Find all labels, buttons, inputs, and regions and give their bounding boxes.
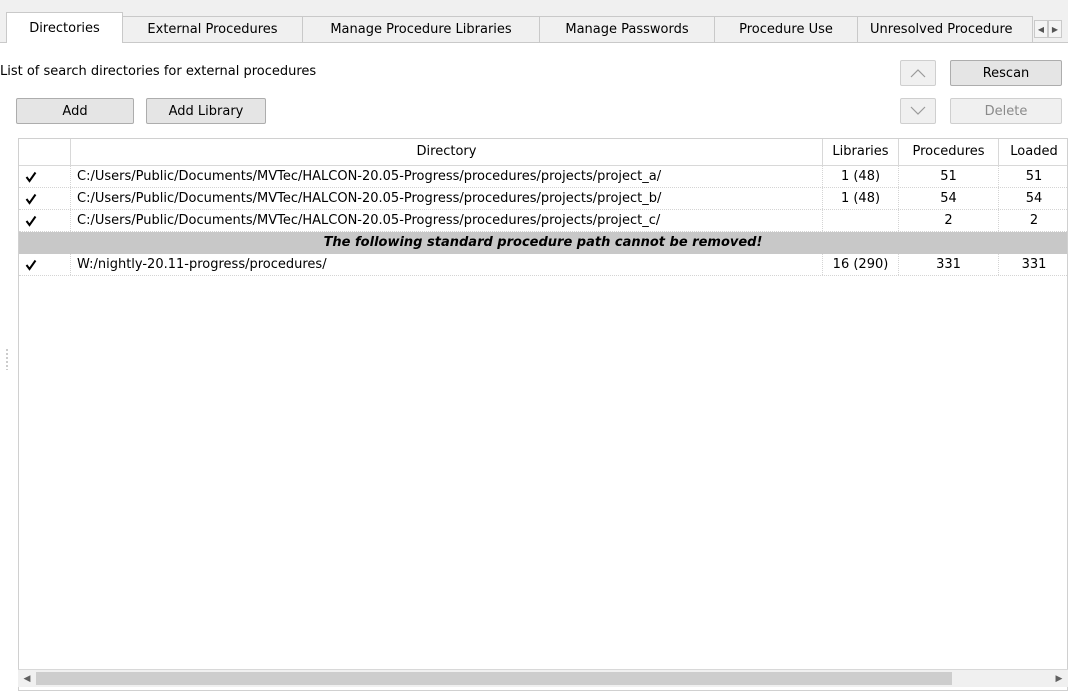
tab-label: Unresolved Procedure: [870, 22, 1013, 37]
cell-libraries: 1 (48): [823, 166, 899, 187]
row-checkbox[interactable]: [19, 166, 71, 187]
cell-procedures: 331: [899, 254, 999, 275]
chevron-down-icon: [910, 106, 926, 115]
tab-label: Procedure Use: [739, 22, 833, 37]
directories-table: Directory Libraries Procedures Loaded C:…: [18, 138, 1068, 691]
move-down-button[interactable]: [900, 98, 936, 124]
cell-loaded: 54: [1025, 191, 1043, 206]
cell-directory: C:/Users/Public/Documents/MVTec/HALCON-2…: [71, 166, 823, 187]
tab-manage-passwords[interactable]: Manage Passwords: [539, 16, 715, 42]
tab-label: Manage Passwords: [565, 22, 689, 37]
scroll-right-button[interactable]: ▶: [1050, 670, 1068, 687]
column-header-libraries[interactable]: Libraries: [823, 139, 899, 165]
cell-procedures: 2: [899, 210, 999, 231]
tab-label: External Procedures: [147, 22, 278, 37]
tab-procedure-use[interactable]: Procedure Use: [714, 16, 858, 42]
cell-directory: C:/Users/Public/Documents/MVTec/HALCON-2…: [71, 188, 823, 209]
triangle-left-icon: ◀: [23, 673, 31, 684]
tab-bar: Directories External Procedures Manage P…: [6, 12, 1062, 43]
table-header: Directory Libraries Procedures Loaded: [19, 139, 1067, 166]
column-header-procedures[interactable]: Procedures: [899, 139, 999, 165]
button-label: Rescan: [982, 65, 1030, 81]
tab-label: Directories: [29, 20, 100, 36]
tab-scroll-right-button[interactable]: ▶: [1048, 20, 1062, 38]
checkmark-icon: [25, 215, 37, 227]
column-header-directory[interactable]: Directory: [71, 139, 823, 165]
column-header-loaded[interactable]: Loaded: [999, 139, 1067, 165]
splitter-grip[interactable]: [6, 348, 8, 370]
table-row[interactable]: C:/Users/Public/Documents/MVTec/HALCON-2…: [19, 166, 1067, 188]
cell-libraries: 1 (48): [823, 188, 899, 209]
row-checkbox[interactable]: [19, 188, 71, 209]
add-library-button[interactable]: Add Library: [146, 98, 266, 124]
cell-directory: W:/nightly-20.11-progress/procedures/: [71, 254, 823, 275]
cell-loaded: 2: [1029, 213, 1039, 228]
tab-directories[interactable]: Directories: [6, 12, 123, 43]
checkmark-icon: [25, 259, 37, 271]
button-label: Delete: [984, 103, 1028, 119]
checkmark-icon: [25, 193, 37, 205]
button-label: Add Library: [168, 103, 244, 119]
triangle-left-icon: ◀: [1037, 24, 1045, 34]
rescan-button[interactable]: Rescan: [950, 60, 1062, 86]
row-checkbox[interactable]: [19, 210, 71, 231]
horizontal-scrollbar[interactable]: ◀ ▶: [18, 669, 1068, 687]
row-checkbox[interactable]: [19, 254, 71, 275]
triangle-right-icon: ▶: [1051, 24, 1059, 34]
chevron-up-icon: [910, 69, 926, 78]
delete-button[interactable]: Delete: [950, 98, 1062, 124]
button-label: Add: [62, 103, 88, 119]
checkmark-icon: [25, 171, 37, 183]
table-row[interactable]: C:/Users/Public/Documents/MVTec/HALCON-2…: [19, 188, 1067, 210]
table-row[interactable]: C:/Users/Public/Documents/MVTec/HALCON-2…: [19, 210, 1067, 232]
cell-directory: C:/Users/Public/Documents/MVTec/HALCON-2…: [71, 210, 823, 231]
cell-procedures: 54: [899, 188, 999, 209]
tab-external-procedures[interactable]: External Procedures: [122, 16, 303, 42]
cell-loaded: 51: [1025, 169, 1043, 184]
triangle-right-icon: ▶: [1055, 673, 1063, 684]
standard-path-separator: The following standard procedure path ca…: [19, 232, 1067, 254]
move-up-button[interactable]: [900, 60, 936, 86]
tab-label: Manage Procedure Libraries: [330, 22, 512, 37]
panel-description: List of search directories for external …: [0, 64, 317, 79]
scrollbar-thumb[interactable]: [36, 672, 952, 685]
cell-loaded: 331: [1021, 257, 1047, 272]
table-row[interactable]: W:/nightly-20.11-progress/procedures/ 16…: [19, 254, 1067, 276]
cell-libraries: 16 (290): [823, 254, 899, 275]
cell-libraries: [823, 210, 899, 231]
add-button[interactable]: Add: [16, 98, 134, 124]
column-header-check[interactable]: [19, 139, 71, 165]
tab-manage-procedure-libraries[interactable]: Manage Procedure Libraries: [302, 16, 540, 42]
tab-unresolved-procedure[interactable]: Unresolved Procedure: [857, 16, 1033, 42]
cell-procedures: 51: [899, 166, 999, 187]
scroll-left-button[interactable]: ◀: [18, 670, 36, 687]
tab-scroll-left-button[interactable]: ◀: [1034, 20, 1048, 38]
